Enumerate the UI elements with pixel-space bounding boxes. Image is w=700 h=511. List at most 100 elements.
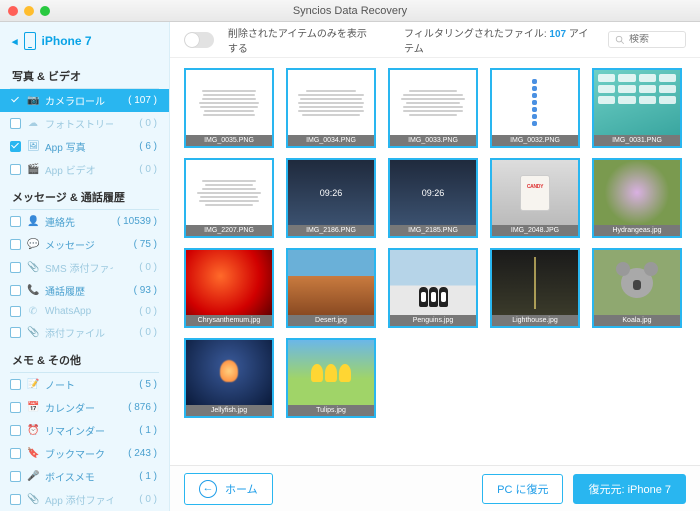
- item-count: ( 107 ): [119, 95, 157, 106]
- thumbnail-filename: Chrysanthemum.jpg: [186, 315, 272, 326]
- window-title: Syncios Data Recovery: [0, 5, 700, 17]
- sidebar-item-appvideos[interactable]: 🎬 App ビデオ ( 0 ): [0, 158, 169, 181]
- checkbox[interactable]: [10, 239, 21, 250]
- deleted-only-label: 削除されたアイテムのみを表示する: [228, 25, 376, 55]
- thumbnail[interactable]: Koala.jpg: [592, 248, 682, 328]
- thumbnail[interactable]: Hydrangeas.jpg: [592, 158, 682, 238]
- home-arrow-icon: ←: [199, 480, 217, 498]
- thumbnail[interactable]: Tulips.jpg: [286, 338, 376, 418]
- sidebar-item-callhistory[interactable]: 📞通話履歴( 93 ): [0, 279, 169, 302]
- item-label: 連絡先: [45, 214, 111, 229]
- footer: ← ホーム PC に復元 復元元: iPhone 7: [170, 465, 700, 511]
- thumbnail-filename: Penguins.jpg: [390, 315, 476, 326]
- item-label: App ビデオ: [45, 162, 113, 177]
- photostream-icon: ☁: [27, 118, 39, 129]
- thumbnail[interactable]: Lighthouse.jpg: [490, 248, 580, 328]
- checkbox[interactable]: [10, 118, 21, 129]
- item-count: ( 93 ): [119, 285, 157, 296]
- thumbnail[interactable]: IMG_0034.PNG: [286, 68, 376, 148]
- item-label: SMS 添付ファイル: [45, 260, 113, 275]
- thumbnail-filename: Hydrangeas.jpg: [594, 225, 680, 236]
- item-count: ( 10539 ): [117, 216, 157, 227]
- whatsapp-icon: ✆: [27, 306, 39, 317]
- thumbnail[interactable]: IMG_2207.PNG: [184, 158, 274, 238]
- checkbox[interactable]: [10, 448, 21, 459]
- thumbnail[interactable]: Chrysanthemum.jpg: [184, 248, 274, 328]
- sidebar-item-cameraroll[interactable]: 📷カメラロール( 107 ): [0, 89, 169, 112]
- sidebar-item-messages[interactable]: 💬メッセージ( 75 ): [0, 233, 169, 256]
- item-label: リマインダー: [45, 423, 113, 438]
- item-count: ( 1 ): [119, 425, 157, 436]
- recover-to-device-button[interactable]: 復元元: iPhone 7: [573, 474, 686, 504]
- thumbnail[interactable]: 09:26IMG_2186.PNG: [286, 158, 376, 238]
- thumbnail[interactable]: Desert.jpg: [286, 248, 376, 328]
- sidebar-item-attach[interactable]: 📎添付ファイル( 0 ): [0, 321, 169, 344]
- thumbnail[interactable]: Penguins.jpg: [388, 248, 478, 328]
- checkbox[interactable]: [10, 327, 21, 338]
- appphotos-icon: 🖼: [27, 141, 39, 152]
- sidebar-item-appattach[interactable]: 📎App 添付ファイル( 0 ): [0, 488, 169, 511]
- thumbnail[interactable]: 09:26IMG_2185.PNG: [388, 158, 478, 238]
- reminders-icon: ⏰: [27, 425, 39, 436]
- search-icon: [615, 35, 625, 45]
- attach-icon: 📎: [27, 327, 39, 338]
- item-count: ( 0 ): [119, 262, 157, 273]
- thumbnail[interactable]: IMG_0035.PNG: [184, 68, 274, 148]
- sidebar-item-calendar[interactable]: 📅カレンダー( 876 ): [0, 396, 169, 419]
- sidebar-item-whatsapp[interactable]: ✆WhatsApp( 0 ): [0, 302, 169, 321]
- item-label: カレンダー: [45, 400, 113, 415]
- item-label: フォトストリーム: [45, 116, 113, 131]
- thumbnail[interactable]: IMG_0032.PNG: [490, 68, 580, 148]
- sidebar-item-bookmarks[interactable]: 🔖ブックマーク( 243 ): [0, 442, 169, 465]
- sidebar-item-appphotos[interactable]: 🖼App 写真( 6 ): [0, 135, 169, 158]
- cameraroll-icon: 📷: [27, 95, 39, 106]
- item-count: ( 5 ): [119, 379, 157, 390]
- thumbnail-filename: Tulips.jpg: [288, 405, 374, 416]
- item-label: メッセージ: [45, 237, 113, 252]
- item-label: ボイスメモ: [45, 469, 113, 484]
- item-label: 通話履歴: [45, 283, 113, 298]
- thumbnail-filename: IMG_2207.PNG: [186, 225, 272, 236]
- sidebar-item-smsattach[interactable]: 📎 SMS 添付ファイル ( 0 ): [0, 256, 169, 279]
- home-button[interactable]: ← ホーム: [184, 473, 273, 505]
- thumbnail[interactable]: Jellyfish.jpg: [184, 338, 274, 418]
- deleted-only-toggle[interactable]: [184, 32, 214, 48]
- device-header[interactable]: ◂ iPhone 7: [0, 22, 169, 60]
- checkbox[interactable]: [10, 95, 21, 106]
- sidebar-item-notes[interactable]: 📝ノート( 5 ): [0, 373, 169, 396]
- sidebar-item-photostream[interactable]: ☁フォトストリーム( 0 ): [0, 112, 169, 135]
- search-input[interactable]: [608, 31, 686, 48]
- checkbox[interactable]: [10, 285, 21, 296]
- checkbox[interactable]: [10, 262, 21, 273]
- toolbar: 削除されたアイテムのみを表示する フィルタリングされたファイル: 107 アイテ…: [170, 22, 700, 58]
- item-count: ( 0 ): [119, 164, 157, 175]
- sidebar-item-reminders[interactable]: ⏰ リマインダー ( 1 ): [0, 419, 169, 442]
- sidebar-item-contacts[interactable]: 👤連絡先( 10539 ): [0, 210, 169, 233]
- checkbox[interactable]: [10, 494, 21, 505]
- appvideos-icon: 🎬: [27, 164, 39, 175]
- smsattach-icon: 📎: [27, 262, 39, 273]
- checkbox[interactable]: [10, 164, 21, 175]
- item-count: ( 6 ): [119, 141, 157, 152]
- checkbox[interactable]: [10, 425, 21, 436]
- bookmarks-icon: 🔖: [27, 448, 39, 459]
- thumbnail[interactable]: IMG_0031.PNG: [592, 68, 682, 148]
- checkbox[interactable]: [10, 379, 21, 390]
- notes-icon: 📝: [27, 379, 39, 390]
- recover-to-pc-button[interactable]: PC に復元: [482, 474, 563, 504]
- thumbnail-filename: IMG_2048.JPG: [492, 225, 578, 236]
- checkbox[interactable]: [10, 141, 21, 152]
- titlebar: Syncios Data Recovery: [0, 0, 700, 22]
- thumbnail-filename: IMG_0034.PNG: [288, 135, 374, 146]
- section-heading: メッセージ & 通話履歴: [0, 181, 169, 209]
- sidebar: ◂ iPhone 7 写真 & ビデオ📷カメラロール( 107 )☁フォトストリ…: [0, 22, 170, 511]
- thumbnail[interactable]: IMG_2048.JPG: [490, 158, 580, 238]
- voicememo-icon: 🎤: [27, 471, 39, 482]
- thumbnail-filename: IMG_0035.PNG: [186, 135, 272, 146]
- checkbox[interactable]: [10, 402, 21, 413]
- checkbox[interactable]: [10, 471, 21, 482]
- sidebar-item-voicememo[interactable]: 🎤ボイスメモ( 1 ): [0, 465, 169, 488]
- thumbnail[interactable]: IMG_0033.PNG: [388, 68, 478, 148]
- checkbox[interactable]: [10, 216, 21, 227]
- checkbox[interactable]: [10, 306, 21, 317]
